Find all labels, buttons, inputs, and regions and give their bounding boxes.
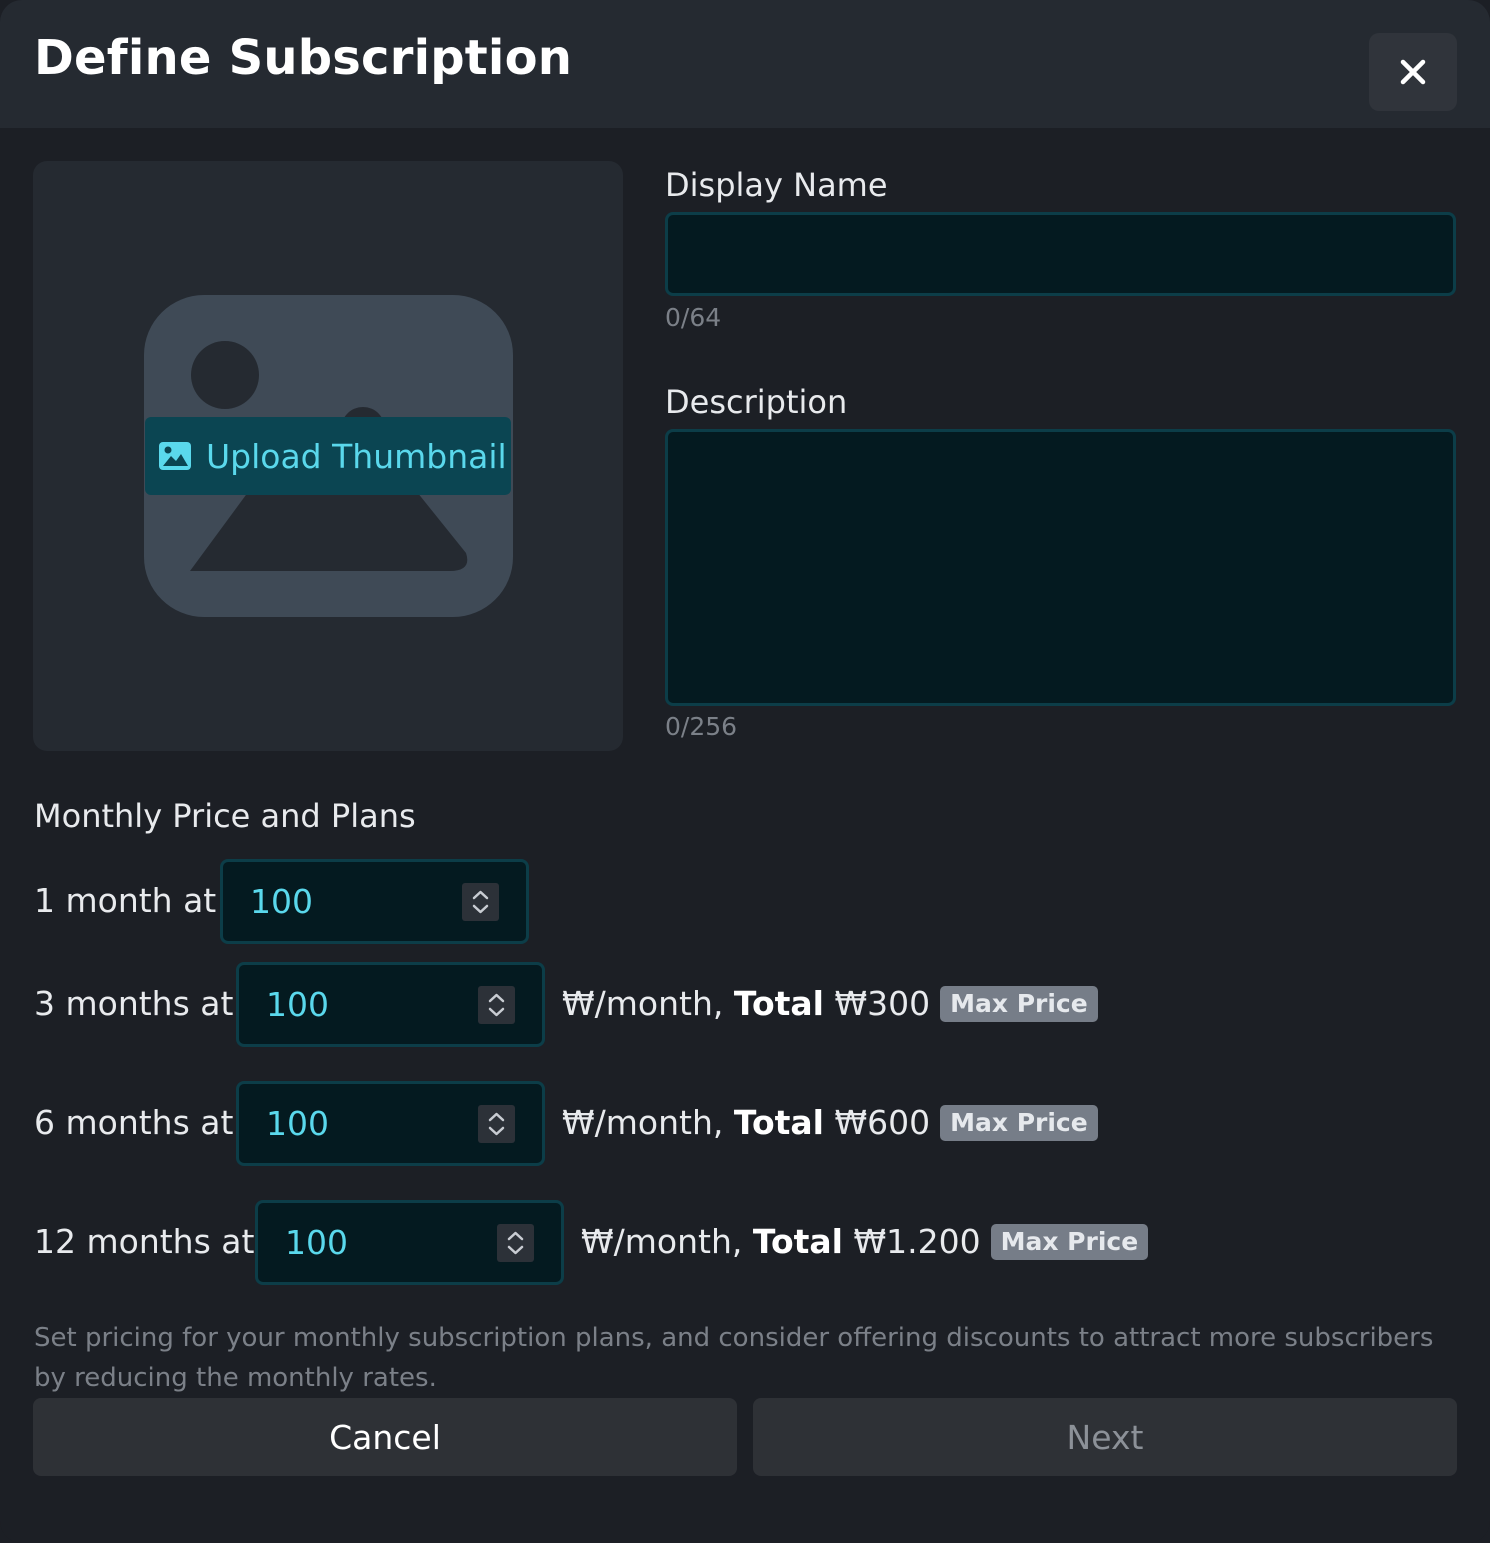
plan-3-months-summary: ₩/month, Total ₩300 Max Price [562,984,1098,1023]
dialog-title: Define Subscription [34,30,573,86]
per-month-unit: ₩/month, [562,1103,724,1142]
next-button[interactable]: Next [753,1398,1457,1476]
display-name-counter: 0/64 [665,303,722,332]
display-name-label: Display Name [665,166,888,204]
chevron-up-down-icon [488,1112,505,1136]
plan-3-months-label: 3 months at [34,984,234,1023]
dialog-header: Define Subscription [0,0,1490,128]
chevron-up-down-icon [507,1231,524,1255]
plan-12-months-summary: ₩/month, Total ₩1.200 Max Price [581,1222,1149,1261]
plan-6-months-summary: ₩/month, Total ₩600 Max Price [562,1103,1098,1142]
plan-6-months-price-input[interactable]: 100 [236,1081,545,1166]
plan-6-months-label: 6 months at [34,1103,234,1142]
plan-12-months-price-value: 100 [285,1223,348,1262]
plan-3-months-stepper[interactable] [478,986,515,1024]
description-label: Description [665,383,848,421]
close-icon [1400,59,1426,85]
per-month-unit: ₩/month, [581,1222,743,1261]
total-value: ₩600 [834,1103,931,1142]
max-price-badge: Max Price [990,1223,1149,1260]
max-price-badge: Max Price [940,1104,1098,1141]
plan-6-months-stepper[interactable] [478,1105,515,1143]
plan-6-months-price-value: 100 [266,1104,329,1143]
display-name-input[interactable] [665,212,1456,296]
image-icon [159,442,191,470]
plan-1-month-price-input[interactable]: 100 [220,859,529,944]
plan-1-month-label: 1 month at [34,881,217,920]
description-textarea[interactable] [665,429,1456,706]
upload-thumbnail-button[interactable]: Upload Thumbnail [145,417,511,495]
total-label: Total [752,1222,843,1261]
chevron-up-down-icon [472,890,489,914]
total-value: ₩1.200 [853,1222,981,1261]
plan-1-month-stepper[interactable] [462,883,499,921]
upload-thumbnail-label: Upload Thumbnail [206,436,507,476]
pricing-section-label: Monthly Price and Plans [34,797,416,835]
plan-1-month-price-value: 100 [250,882,313,921]
plan-12-months-label: 12 months at [34,1222,255,1261]
total-value: ₩300 [834,984,931,1023]
per-month-unit: ₩/month, [562,984,724,1023]
description-counter: 0/256 [665,712,738,741]
close-button[interactable] [1369,33,1457,111]
plan-3-months-price-value: 100 [266,985,329,1024]
max-price-badge: Max Price [940,985,1098,1022]
plan-12-months-stepper[interactable] [497,1224,534,1262]
define-subscription-dialog: Define Subscription Upload Thumbnail Dis… [0,0,1490,1543]
plan-12-months-price-input[interactable]: 100 [255,1200,564,1285]
cancel-button[interactable]: Cancel [33,1398,737,1476]
plan-3-months-price-input[interactable]: 100 [236,962,545,1047]
total-label: Total [733,1103,824,1142]
total-label: Total [733,984,824,1023]
chevron-up-down-icon [488,993,505,1017]
pricing-help-text: Set pricing for your monthly subscriptio… [34,1323,1434,1393]
